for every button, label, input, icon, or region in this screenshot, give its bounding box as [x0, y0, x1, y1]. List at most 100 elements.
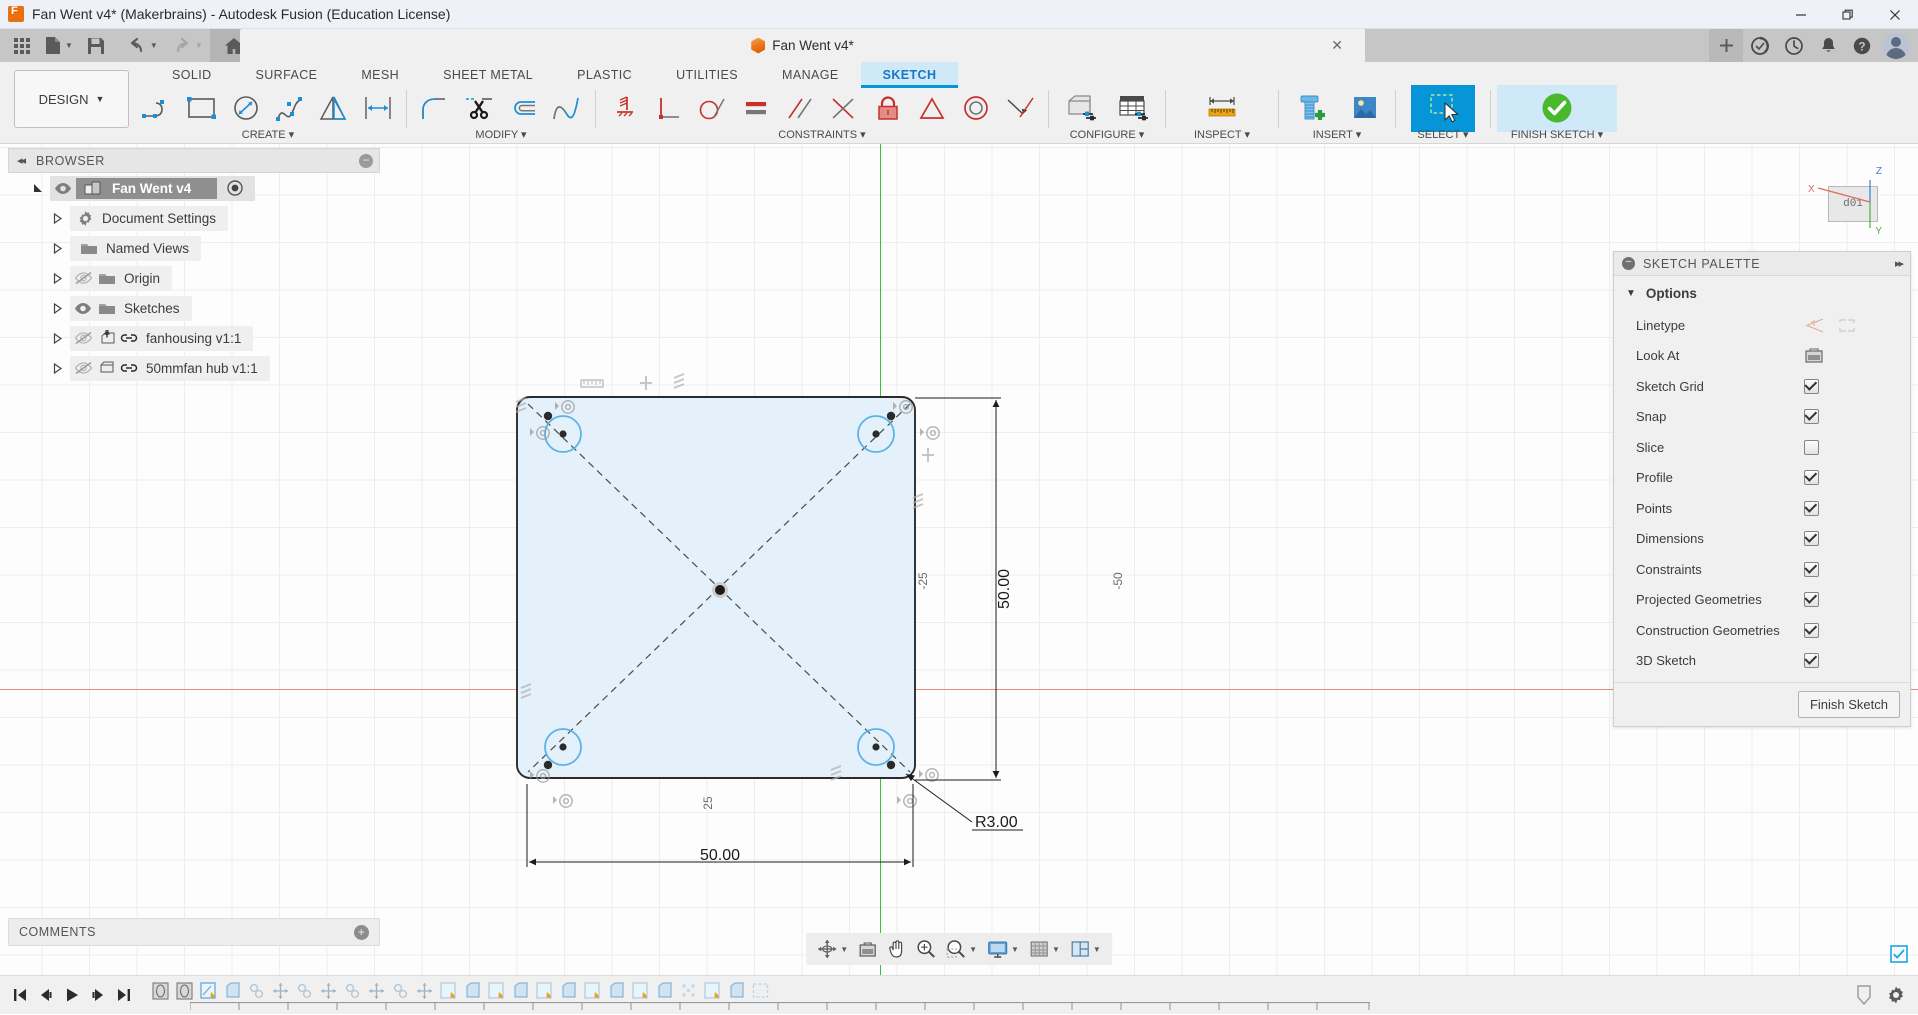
tab-plastic[interactable]: PLASTIC: [555, 62, 654, 88]
go-to-beginning-icon[interactable]: [8, 981, 32, 1009]
job-status-icon[interactable]: [1743, 29, 1777, 62]
maximize-restore-button[interactable]: [1824, 0, 1871, 29]
insert-mcmaster-icon[interactable]: [1285, 88, 1337, 128]
rectangle-icon[interactable]: [180, 88, 224, 128]
checkbox-sketch-grid[interactable]: [1804, 379, 1819, 394]
timeline-construct-feature[interactable]: [748, 976, 772, 1006]
timeline-pattern-feature[interactable]: [676, 976, 700, 1006]
collinear-icon[interactable]: [822, 88, 866, 128]
timeline-joint-feature[interactable]: [340, 976, 364, 1006]
timeline-move-feature[interactable]: [364, 976, 388, 1006]
checkbox-constraints[interactable]: [1804, 562, 1819, 577]
mirror-icon[interactable]: [312, 88, 356, 128]
timeline-feature[interactable]: [172, 976, 196, 1006]
tab-utilities[interactable]: UTILITIES: [654, 62, 760, 88]
timeline-sketch-feature[interactable]: [484, 976, 508, 1006]
component-name-chip[interactable]: Fan Went v4: [76, 178, 217, 199]
timeline-joint-feature[interactable]: [244, 976, 268, 1006]
circle-icon[interactable]: [224, 88, 268, 128]
display-settings-icon[interactable]: ▼: [982, 933, 1024, 965]
panel-label-constraints[interactable]: CONSTRAINTS ▾: [600, 128, 1044, 144]
chevron-down-icon[interactable]: ▼: [150, 41, 158, 50]
spline-icon[interactable]: [268, 88, 312, 128]
configure-solid-icon[interactable]: [1055, 88, 1107, 128]
close-document-tab-button[interactable]: ✕: [1331, 37, 1343, 54]
sketch-origin-point[interactable]: [715, 585, 725, 595]
disclosure-triangle-collapsed[interactable]: [46, 213, 70, 224]
corner-radius-dimension[interactable]: R3.00: [906, 774, 1023, 831]
go-to-end-icon[interactable]: [112, 981, 136, 1009]
timeline-joint-feature[interactable]: [388, 976, 412, 1006]
recent-icon[interactable]: [1777, 29, 1811, 62]
sketch-palette-header[interactable]: − SKETCH PALETTE ▸▸: [1614, 252, 1910, 276]
chevron-down-icon[interactable]: ▼: [1052, 945, 1060, 954]
trim-icon[interactable]: [457, 88, 501, 128]
finish-sketch-button[interactable]: Finish Sketch: [1798, 691, 1900, 718]
chevron-down-icon[interactable]: ▼: [65, 41, 73, 50]
curvature-icon[interactable]: [545, 88, 589, 128]
user-avatar[interactable]: [1883, 33, 1909, 59]
symmetry-icon[interactable]: [910, 88, 954, 128]
disclosure-triangle-collapsed[interactable]: [46, 273, 70, 284]
chevron-down-icon[interactable]: ▼: [1093, 945, 1101, 954]
timeline-marker-icon[interactable]: [1856, 984, 1872, 1006]
midpoint-icon[interactable]: [998, 88, 1042, 128]
timeline-extrude-feature[interactable]: [556, 976, 580, 1006]
timeline-extrude-feature[interactable]: [604, 976, 628, 1006]
save-icon[interactable]: [80, 29, 112, 62]
ground-icon[interactable]: [602, 88, 646, 128]
fillet-icon[interactable]: [413, 88, 457, 128]
step-forward-icon[interactable]: [86, 981, 110, 1009]
line-icon[interactable]: [136, 88, 180, 128]
timeline-feature[interactable]: [148, 976, 172, 1006]
equal-icon[interactable]: [734, 88, 778, 128]
checkbox-profile[interactable]: [1804, 470, 1819, 485]
timeline-sketch-feature[interactable]: [436, 976, 460, 1006]
view-cube[interactable]: d01 X Z Y: [1796, 162, 1886, 248]
measure-icon[interactable]: [1196, 88, 1248, 128]
linetype-construction-button[interactable]: [1836, 317, 1858, 334]
panel-label-configure[interactable]: CONFIGURE ▾: [1053, 128, 1161, 144]
chevron-down-icon[interactable]: ▼: [969, 945, 977, 954]
panel-label-create[interactable]: CREATE ▾: [134, 128, 402, 144]
notifications-icon[interactable]: [1811, 29, 1845, 62]
timeline-extrude-feature[interactable]: [460, 976, 484, 1006]
tree-row-fanhousing[interactable]: fanhousing v1:1: [8, 323, 380, 353]
timeline-extrude-feature[interactable]: [508, 976, 532, 1006]
disclosure-triangle-collapsed[interactable]: [46, 333, 70, 344]
tree-row-50mmfan-hub[interactable]: 50mmfan hub v1:1: [8, 353, 380, 383]
perpendicular-icon[interactable]: [646, 88, 690, 128]
settings-gear-icon[interactable]: [1886, 985, 1906, 1005]
zoom-icon[interactable]: [911, 933, 941, 965]
undo-icon[interactable]: ▼: [120, 29, 165, 62]
comments-panel[interactable]: COMMENTS +: [8, 918, 380, 946]
checkbox-projected-geometries[interactable]: [1804, 592, 1819, 607]
options-section-header[interactable]: ▼ Options: [1614, 276, 1910, 310]
width-dimension[interactable]: 50.00: [527, 784, 913, 867]
checkbox-dimensions[interactable]: [1804, 531, 1819, 546]
tree-row-named-views[interactable]: Named Views: [8, 233, 380, 263]
timeline-sketch-feature[interactable]: [700, 976, 724, 1006]
timeline-joint-feature[interactable]: [292, 976, 316, 1006]
timeline-extrude-feature[interactable]: [652, 976, 676, 1006]
design-canvas[interactable]: 50.00 50.00 R3.00 -25 -50 25 ◂◂ BROWSER …: [0, 144, 1918, 975]
timeline-sketch-feature[interactable]: [532, 976, 556, 1006]
redo-icon[interactable]: ▼: [165, 29, 210, 62]
offset-icon[interactable]: [501, 88, 545, 128]
fix-lock-icon[interactable]: [866, 88, 910, 128]
app-grid-icon[interactable]: [6, 29, 38, 62]
offset-width-icon[interactable]: [356, 88, 400, 128]
panel-label-inspect[interactable]: INSPECT ▾: [1170, 128, 1274, 144]
activate-component-radio[interactable]: [227, 180, 243, 196]
checkbox-slice[interactable]: [1804, 440, 1819, 455]
zoom-window-icon[interactable]: ▼: [941, 933, 982, 965]
tangent-icon[interactable]: [690, 88, 734, 128]
new-document-icon[interactable]: ▼: [38, 29, 80, 62]
browser-minimize-icon[interactable]: −: [359, 154, 373, 168]
disclosure-triangle-expanded[interactable]: [26, 183, 50, 194]
chevron-down-icon[interactable]: ▼: [1011, 945, 1019, 954]
tab-manage[interactable]: MANAGE: [760, 62, 861, 88]
timeline-extrude-feature[interactable]: [220, 976, 244, 1006]
tree-row-document-settings[interactable]: Document Settings: [8, 203, 380, 233]
add-tab-button[interactable]: [1709, 29, 1743, 62]
